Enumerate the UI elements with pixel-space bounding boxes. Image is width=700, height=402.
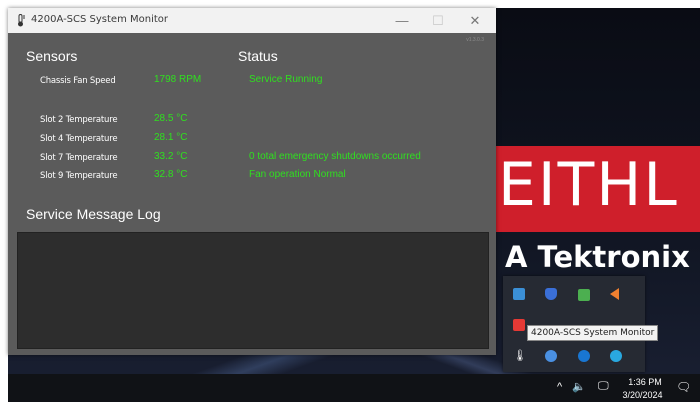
speaker-icon[interactable] xyxy=(610,288,619,300)
service-message-log[interactable] xyxy=(17,232,489,349)
sensor-label-slot4: Slot 4 Temperature xyxy=(40,134,118,144)
app-s-icon[interactable] xyxy=(513,319,525,331)
show-hidden-icons-chevron-icon[interactable]: ^ xyxy=(557,381,562,393)
sync-icon[interactable] xyxy=(610,350,622,362)
taskbar xyxy=(8,374,700,402)
maximize-button[interactable]: ☐ xyxy=(420,8,456,33)
sensor-value-slot4: 28.1 °C xyxy=(154,132,188,143)
edge-icon[interactable] xyxy=(578,350,590,362)
window-title: 4200A-SCS System Monitor xyxy=(31,14,169,25)
sensor-label-fan: Chassis Fan Speed xyxy=(40,76,116,86)
brand-wordmark: EITHL xyxy=(498,150,679,220)
log-heading: Service Message Log xyxy=(26,206,161,222)
version-label: v1.3.0.3 xyxy=(466,37,484,43)
sensor-label-slot9: Slot 9 Temperature xyxy=(40,171,118,181)
sensor-value-slot2: 28.5 °C xyxy=(154,113,188,124)
display-icon[interactable] xyxy=(513,288,525,300)
brand-subtitle: A Tektronix C xyxy=(505,240,700,274)
sensor-value-slot9: 32.8 °C xyxy=(154,169,188,180)
thermometer-tray-icon[interactable]: 🌡 xyxy=(513,350,527,362)
battery-icon[interactable] xyxy=(578,289,590,301)
sensor-value-slot7: 33.2 °C xyxy=(154,151,188,162)
status-shutdowns: 0 total emergency shutdowns occurred xyxy=(249,151,421,162)
tray-overflow-flyout: 🌡 xyxy=(503,276,645,372)
network-icon[interactable]: 🖵 xyxy=(598,380,609,393)
status-fan: Fan operation Normal xyxy=(249,169,346,180)
close-button[interactable]: ✕ xyxy=(457,8,493,33)
system-monitor-window: 4200A-SCS System Monitor — ☐ ✕ v1.3.0.3 … xyxy=(8,8,496,355)
sensor-label-slot7: Slot 7 Temperature xyxy=(40,153,118,163)
notification-icon[interactable]: 🗨 xyxy=(676,380,691,394)
tray-tooltip: 4200A-SCS System Monitor xyxy=(527,325,659,341)
clock-date[interactable]: 3/20/2024 xyxy=(620,390,665,400)
sensor-label-slot2: Slot 2 Temperature xyxy=(40,115,118,125)
thermometer-icon xyxy=(16,14,26,27)
minimize-button[interactable]: — xyxy=(384,8,420,33)
title-bar[interactable]: 4200A-SCS System Monitor — ☐ ✕ xyxy=(8,8,496,33)
shield-icon[interactable] xyxy=(545,288,557,300)
network-app-icon[interactable] xyxy=(545,350,557,362)
volume-icon[interactable]: 🔈 xyxy=(572,380,586,393)
sensors-heading: Sensors xyxy=(26,48,78,64)
sensor-value-fan: 1798 RPM xyxy=(154,74,202,85)
clock-time[interactable]: 1:36 PM xyxy=(625,377,665,387)
status-service: Service Running xyxy=(249,74,323,85)
status-heading: Status xyxy=(238,48,278,64)
